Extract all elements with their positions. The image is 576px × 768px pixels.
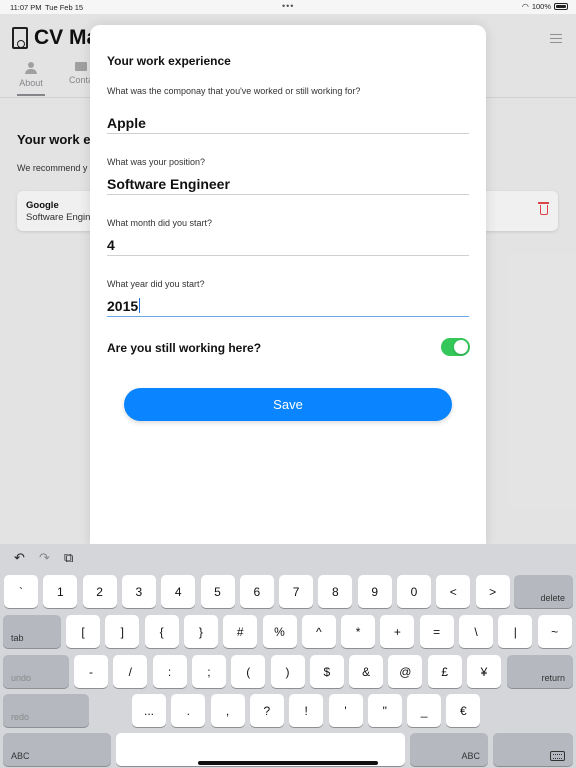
key[interactable]: > (475, 575, 510, 608)
month-question: What month did you start? (107, 218, 213, 228)
save-button[interactable]: Save (124, 388, 452, 421)
sheet-title: Your work experience (107, 54, 231, 68)
key[interactable]: * (341, 615, 376, 648)
multitasking-dots-icon[interactable]: ••• (282, 1, 294, 11)
key[interactable]: 0 (397, 575, 431, 608)
status-date: Tue Feb 15 (45, 3, 84, 12)
key[interactable]: . (171, 694, 206, 727)
key[interactable]: } (183, 615, 218, 648)
key[interactable]: 4 (161, 575, 196, 608)
keyboard: ↶ ↷ ⧉ ` 1 2 3 4 5 6 7 8 9 0 < > delete tab[]{} #% ^ * + = \ |… (0, 544, 576, 768)
undo-key[interactable]: undo (3, 655, 69, 688)
key[interactable]: 2 (82, 575, 117, 608)
key[interactable]: ' (328, 694, 363, 727)
abc-key-right[interactable]: ABC (410, 733, 488, 766)
wifi-icon: ◠ (521, 2, 529, 11)
key[interactable]: 3 (121, 575, 156, 608)
year-input-text: 2015 (107, 298, 139, 314)
tab-key[interactable]: tab (3, 615, 61, 648)
key[interactable]: / (113, 655, 148, 688)
key[interactable]: # (223, 615, 258, 648)
year-question: What year did you start? (107, 279, 205, 289)
toggle-knob (454, 340, 468, 354)
home-indicator[interactable] (198, 761, 378, 765)
key[interactable]: | (498, 615, 533, 648)
key[interactable]: ) (270, 655, 305, 688)
key[interactable]: & (349, 655, 384, 688)
status-right: ◠ 100% (522, 2, 568, 11)
key[interactable]: 8 (318, 575, 353, 608)
key[interactable]: [ (66, 615, 100, 648)
key[interactable]: % (262, 615, 297, 648)
month-input[interactable]: 4 (107, 234, 469, 256)
key[interactable]: \ (459, 615, 493, 648)
key[interactable]: ` (4, 575, 38, 608)
paste-icon[interactable]: ⧉ (64, 550, 73, 566)
abc-key-left[interactable]: ABC (3, 733, 111, 766)
key[interactable]: 5 (200, 575, 235, 608)
key[interactable]: = (419, 615, 454, 648)
key[interactable]: _ (407, 694, 442, 727)
key[interactable]: ¥ (467, 655, 501, 688)
key[interactable]: ( (231, 655, 266, 688)
key[interactable]: + (380, 615, 415, 648)
return-key[interactable]: return (507, 655, 573, 688)
key[interactable]: ... (132, 694, 166, 727)
key[interactable]: ! (289, 694, 324, 727)
undo-icon[interactable]: ↶ (14, 550, 25, 566)
status-time: 11:07 PM (10, 3, 42, 12)
key[interactable]: , (210, 694, 245, 727)
key[interactable]: 6 (239, 575, 274, 608)
hide-keyboard-key[interactable] (493, 733, 573, 766)
year-input[interactable]: 2015 (107, 295, 469, 317)
redo-key[interactable]: redo (3, 694, 89, 727)
key[interactable]: : (152, 655, 187, 688)
still-working-toggle[interactable] (441, 338, 470, 356)
still-working-label: Are you still working here? (107, 341, 262, 355)
key[interactable]: $ (309, 655, 344, 688)
key[interactable]: £ (427, 655, 462, 688)
position-question: What was your position? (107, 157, 206, 167)
key[interactable]: 9 (357, 575, 392, 608)
key[interactable]: 1 (43, 575, 78, 608)
key[interactable]: ? (249, 694, 284, 727)
key[interactable]: ^ (301, 615, 336, 648)
battery-percent: 100% (531, 2, 551, 11)
text-caret (139, 298, 141, 313)
key[interactable]: < (436, 575, 471, 608)
key[interactable]: ; (191, 655, 226, 688)
key[interactable]: 7 (279, 575, 314, 608)
delete-key[interactable]: delete (514, 575, 573, 608)
status-bar: 11:07 PM Tue Feb 15 ••• ◠ 100% (0, 0, 576, 14)
keyboard-dismiss-icon (550, 751, 565, 761)
key[interactable]: ~ (537, 615, 572, 648)
battery-icon (554, 3, 568, 10)
position-input[interactable]: Software Engineer (107, 173, 469, 195)
work-experience-sheet: Your work experience What was the compon… (90, 25, 486, 545)
key[interactable]: " (367, 694, 402, 727)
key[interactable]: ] (105, 615, 140, 648)
key[interactable]: { (144, 615, 179, 648)
key[interactable]: - (74, 655, 108, 688)
company-input[interactable]: Apple (107, 112, 469, 134)
key[interactable]: @ (388, 655, 423, 688)
redo-icon[interactable]: ↷ (39, 550, 50, 566)
key[interactable]: € (446, 694, 481, 727)
company-question: What was the componay that you've worked… (107, 86, 361, 96)
keyboard-toolbar: ↶ ↷ ⧉ (0, 544, 576, 574)
